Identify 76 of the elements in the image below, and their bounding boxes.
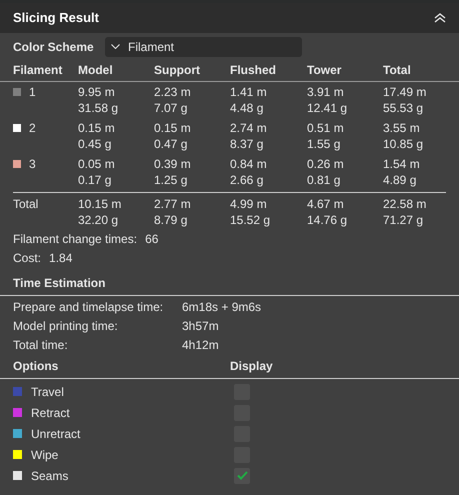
option-label: Unretract [31, 426, 80, 442]
length-value: 0.84 m [230, 156, 268, 172]
weight-value: 0.47 g [154, 136, 188, 152]
option-label: Seams [31, 468, 68, 484]
length-value: 3.91 m [307, 84, 345, 100]
column-header: Display [230, 358, 273, 375]
column-header: Filament [13, 62, 64, 79]
time-label: Model printing time: [13, 318, 119, 334]
column-header: Flushed [230, 62, 278, 79]
filament-number: 2 [29, 120, 36, 136]
weight-value: 31.58 g [78, 100, 120, 116]
weight-value: 14.76 g [307, 212, 348, 228]
time-value: 3h57m [182, 318, 219, 334]
dropdown-value: Filament [128, 38, 174, 56]
weight-value: 0.81 g [307, 172, 342, 188]
weight-value: 8.79 g [154, 212, 188, 228]
time-label: Prepare and timelapse time: [13, 299, 164, 315]
length-value: 0.51 m [307, 120, 345, 136]
weight-value: 55.53 g [383, 100, 424, 116]
time-value: 4h12m [182, 337, 219, 353]
weight-value: 8.37 g [230, 136, 264, 152]
weight-value: 0.45 g [78, 136, 112, 152]
length-value: 9.95 m [78, 84, 116, 100]
section-title: Time Estimation [13, 276, 106, 290]
weight-value: 32.20 g [78, 212, 120, 228]
option-label: Wipe [31, 446, 58, 464]
length-value: 0.39 m [154, 156, 192, 172]
column-header: Total [383, 62, 412, 79]
length-value: 1.54 m [383, 156, 421, 172]
length-value: 2.77 m [154, 196, 192, 212]
total-label: Total [13, 196, 40, 213]
weight-value: 71.27 g [383, 212, 424, 228]
color-scheme-dropdown[interactable]: Filament [105, 36, 302, 56]
color-scheme-label: Color Scheme [13, 38, 95, 56]
length-value: 17.49 m [383, 84, 428, 100]
display-checkbox[interactable] [234, 468, 250, 484]
weight-value: 10.85 g [383, 136, 424, 152]
filament-number: 1 [29, 84, 36, 100]
panel-title: Slicing Result [13, 9, 99, 28]
time-label: Total time: [13, 337, 69, 353]
length-value: 10.15 m [78, 196, 122, 212]
stat-value: 1.84 [49, 250, 72, 266]
weight-value: 4.89 g [383, 172, 418, 188]
time-value: 6m18s + 9m6s [182, 299, 262, 315]
length-value: 22.58 m [383, 196, 428, 212]
stat-label: Cost: [13, 250, 42, 266]
column-header: Model [78, 62, 114, 79]
collapse-icon[interactable] [434, 13, 446, 23]
column-header: Options [13, 358, 60, 375]
length-value: 3.55 m [383, 120, 421, 136]
filament-number: 3 [29, 156, 36, 172]
weight-value: 2.66 g [230, 172, 264, 188]
length-value: 4.67 m [307, 196, 345, 212]
column-header: Support [154, 62, 201, 79]
length-value: 2.23 m [154, 84, 192, 100]
length-value: 1.41 m [230, 84, 268, 100]
option-label: Retract [31, 404, 70, 422]
weight-value: 15.52 g [230, 212, 272, 228]
weight-value: 0.17 g [78, 172, 112, 188]
weight-value: 4.48 g [230, 100, 264, 116]
weight-value: 12.41 g [307, 100, 348, 116]
weight-value: 1.25 g [154, 172, 188, 188]
column-header: Tower [307, 62, 342, 79]
length-value: 0.15 m [78, 120, 116, 136]
chevron-down-icon [111, 44, 120, 49]
length-value: 2.74 m [230, 120, 268, 136]
stat-label: Filament change times: [13, 231, 138, 247]
length-value: 4.99 m [230, 196, 268, 212]
weight-value: 7.07 g [154, 100, 188, 116]
length-value: 0.26 m [307, 156, 345, 172]
check-icon [236, 471, 248, 480]
weight-value: 1.55 g [307, 136, 342, 152]
length-value: 0.15 m [154, 120, 192, 136]
stat-value: 66 [145, 231, 158, 247]
length-value: 0.05 m [78, 156, 116, 172]
option-label: Travel [31, 384, 64, 400]
